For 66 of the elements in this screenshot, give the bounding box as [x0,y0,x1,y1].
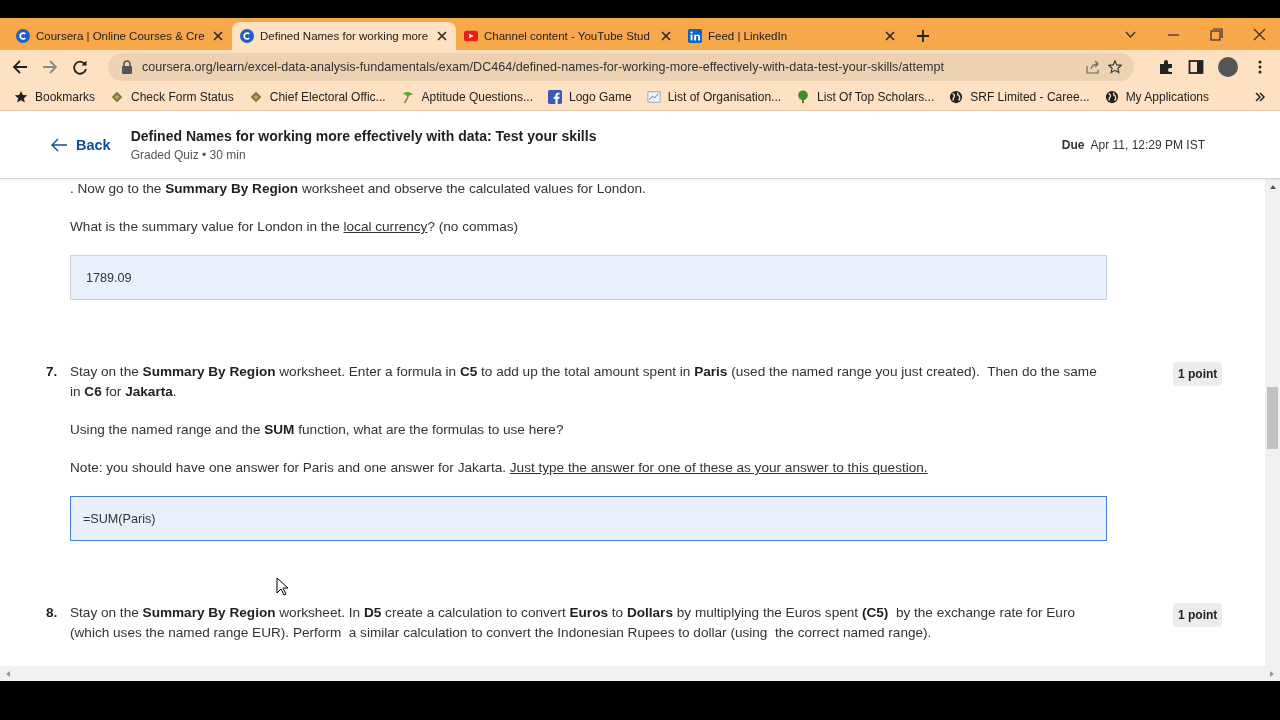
forward-arrow-icon[interactable] [42,59,58,75]
text-link[interactable]: Just type the answer for one of these as your answer to this question. [509,460,928,475]
bookmark[interactable]: Aptitude Questions... [400,90,533,104]
address-bar[interactable]: coursera.org/learn/excel-data-analysis-fundamentals/exam/DC464/defined-names-for-working-more-effectively-with-data-test-your-skills/attempt [108,53,1134,81]
points-label: 1 point [1173,603,1223,627]
mouse-pointer-icon [276,577,289,596]
question-text: Note: you should have one answer for Paris and one answer for Jakarta. Just type the answer for one of these as your answer to this question. [70,459,929,477]
lock-icon [120,60,134,74]
points-label: 1 point [1173,362,1223,386]
puzzle-icon[interactable] [1158,59,1174,75]
chart-icon [646,90,661,104]
close-tab-icon[interactable] [660,30,672,42]
bookmark[interactable]: Check Form Status [110,90,234,104]
back-arrow-icon[interactable] [12,59,28,75]
new-tab-icon[interactable] [916,29,930,43]
answer-field[interactable]: =SUM(Paris) [70,496,1107,541]
browser-tab[interactable]: Coursera | Online Courses & Cre [8,22,232,50]
globe-icon [1104,90,1119,104]
due-label: Due [1061,137,1085,152]
bookmark[interactable]: Logo Game [547,90,632,104]
browser-tab[interactable]: Channel content - YouTube Stud [456,22,680,50]
answer-field[interactable]: 1789.09 [70,255,1107,300]
quiz-title: Defined Names for working more effectively with data: Test your skills [130,127,597,144]
close-tab-icon[interactable] [436,30,448,42]
avatar[interactable] [1218,57,1238,77]
bookmark[interactable]: List of Organisation... [646,90,782,104]
bookmark[interactable]: SRF Limited - Caree... [949,90,1090,104]
side-panel-icon[interactable] [1188,59,1204,75]
close-icon[interactable] [1253,28,1266,41]
close-tab-icon[interactable] [884,30,896,42]
star-outline-icon[interactable] [1108,60,1122,74]
globe-icon [949,90,964,104]
text-link[interactable]: local currency [343,219,428,234]
tree-icon [796,90,811,104]
question-number: 8. [46,605,58,620]
bookmark[interactable]: Chief Electoral Offic... [248,90,386,104]
vertical-scrollbar[interactable] [1265,179,1280,666]
arrow-left-icon [50,136,68,153]
bookmark[interactable]: Bookmarks [14,90,96,104]
restore-icon[interactable] [1210,28,1223,41]
linkedin-logo-icon [688,29,702,43]
question-text: Using the named range and the SUM function, what are the formulas to use here? [70,421,565,439]
question-text: . Now go to the Summary By Region worksheet and observe the calculated values for London. [70,180,647,198]
bookmark[interactable]: List Of Top Scholars... [796,90,935,104]
question-text: What is the summary value for London in the local currency? (no commas) [70,218,520,236]
back-link[interactable]: Back [50,136,111,153]
question-number: 7. [46,364,58,379]
double-chevron-icon[interactable] [1254,91,1266,103]
play-logo-icon [464,29,478,43]
question-text: Stay on the Summary By Region worksheet. Enter a formula in C5 to add up the total amount spent in Paris (used the named range you just created). Then do the same in C6 for Jakarta. [70,363,1098,401]
facebook-logo-icon [547,90,562,104]
browser-tab[interactable]: Defined Names for working more [232,22,456,50]
scrollbar-thumb[interactable] [1267,387,1278,449]
question-text: Stay on the Summary By Region worksheet. In D5 create a calculation to convert Euros to Dollars by multiplying the Euros spent (C5) by the exchange rate for Euro (which uses the named range EUR). Perform a similar calculation to convert the Indonesian Rupees to dollar (using the correct named range). [70,604,1076,642]
bookmark[interactable]: My Applications [1104,90,1209,104]
coursera-logo-icon [240,29,254,43]
plant-icon [400,90,415,104]
due-date: Apr 11, 12:29 PM IST [1090,137,1205,152]
scroll-up-icon[interactable] [1268,183,1277,191]
browser-tab[interactable]: Feed | LinkedIn [680,22,904,50]
quiz-subtitle: Graded Quiz • 30 min [130,147,247,162]
coursera-logo-icon [16,29,30,43]
close-tab-icon[interactable] [212,30,224,42]
star-icon [14,90,28,104]
share-icon[interactable] [1086,60,1100,74]
reload-icon[interactable] [72,59,88,75]
